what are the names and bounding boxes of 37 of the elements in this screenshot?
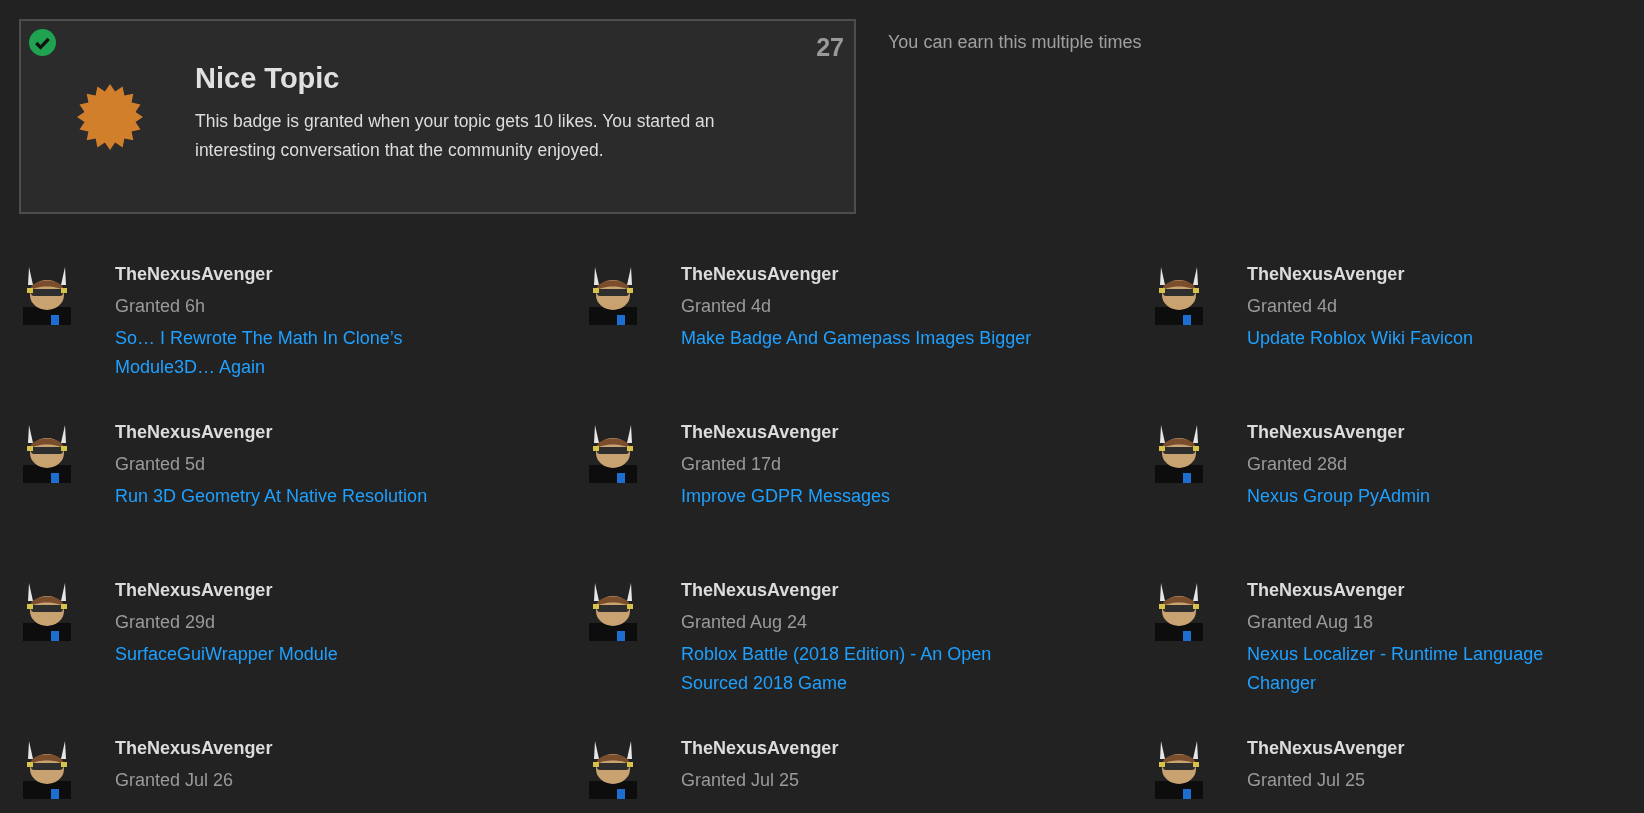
username: TheNexusAvenger	[681, 421, 839, 444]
topic-link[interactable]: Make Badge And Gamepass Images Bigger	[681, 324, 1032, 353]
granted-time: Granted 29d	[115, 611, 216, 634]
granted-time: Granted 6h	[115, 295, 206, 318]
username: TheNexusAvenger	[681, 579, 839, 602]
granted-time: Granted 4d	[1247, 295, 1338, 318]
topic-link[interactable]: Run 3D Geometry At Native Resolution	[115, 482, 428, 511]
granted-time: Granted Jul 25	[1247, 769, 1366, 792]
granted-time: Granted Aug 24	[681, 611, 808, 634]
badge-note: You can earn this multiple times	[888, 32, 1142, 53]
username: TheNexusAvenger	[115, 737, 273, 760]
username: TheNexusAvenger	[1247, 579, 1405, 602]
badge-description: This badge is granted when your topic gets 10 likes. You started an interesting conversation that the community enjoyed.	[195, 110, 716, 162]
grant-count: 27	[816, 33, 844, 62]
username: TheNexusAvenger	[1247, 263, 1405, 286]
granted-time: Granted 4d	[681, 295, 772, 318]
topic-link[interactable]: Roblox Battle (2018 Edition) - An Open Sourced 2018 Game	[681, 640, 1049, 698]
username: TheNexusAvenger	[115, 579, 273, 602]
topic-link[interactable]: Update Roblox Wiki Favicon	[1247, 324, 1474, 353]
granted-time: Granted 28d	[1247, 453, 1348, 476]
topic-link[interactable]: Improve GDPR Messages	[681, 482, 891, 511]
username: TheNexusAvenger	[115, 421, 273, 444]
granted-time: Granted Jul 26	[115, 769, 234, 792]
username: TheNexusAvenger	[681, 737, 839, 760]
username: TheNexusAvenger	[1247, 737, 1405, 760]
granted-time: Granted 5d	[115, 453, 206, 476]
badge-title: Nice Topic	[195, 62, 341, 95]
username: TheNexusAvenger	[681, 263, 839, 286]
username: TheNexusAvenger	[1247, 421, 1405, 444]
granted-time: Granted Jul 25	[681, 769, 800, 792]
topic-link[interactable]: SurfaceGuiWrapper Module	[115, 640, 338, 669]
topic-link[interactable]: Nexus Localizer - Runtime Language Changer	[1247, 640, 1615, 698]
granted-time: Granted Aug 18	[1247, 611, 1374, 634]
topic-link[interactable]: Nexus Group PyAdmin	[1247, 482, 1431, 511]
username: TheNexusAvenger	[115, 263, 273, 286]
granted-time: Granted 17d	[681, 453, 782, 476]
topic-link[interactable]: So… I Rewrote The Math In Clone’s Module3D… Again	[115, 324, 483, 382]
